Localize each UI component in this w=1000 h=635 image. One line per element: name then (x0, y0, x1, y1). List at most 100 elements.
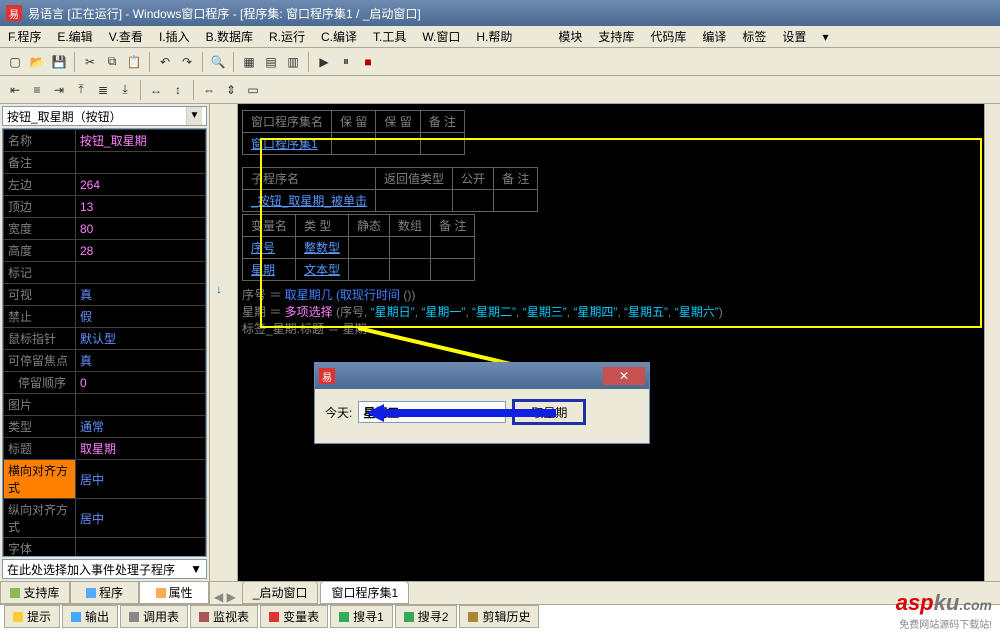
menu-database[interactable]: B.数据库 (198, 28, 261, 45)
breakpoint-arrow-icon[interactable]: ↓ (216, 282, 230, 296)
new-icon[interactable]: ▢ (4, 51, 26, 73)
close-button[interactable]: ✕ (603, 367, 645, 385)
prop-key: 备注 (4, 152, 76, 174)
prop-value[interactable]: 默认型 (76, 328, 206, 350)
prop-value[interactable]: 0 (76, 372, 206, 394)
prop-value[interactable]: 假 (76, 306, 206, 328)
align-top-icon[interactable]: ⤒ (70, 79, 92, 101)
menu-view[interactable]: V.查看 (101, 28, 151, 45)
layout3-icon[interactable]: ▥ (282, 51, 304, 73)
paste-icon[interactable]: 📋 (123, 51, 145, 73)
prop-key: 横向对齐方式 (4, 460, 76, 499)
prop-value[interactable] (76, 538, 206, 558)
prop-value[interactable] (76, 152, 206, 174)
tab-properties[interactable]: 属性 (139, 582, 209, 604)
menu-file[interactable]: F.程序 (0, 28, 49, 45)
bottom-tabs: 提示 输出 调用表 监视表 变量表 搜寻1 搜寻2 剪辑历史 (0, 604, 1000, 628)
align-bot-icon[interactable]: ⤓ (114, 79, 136, 101)
combo-value: 按钮_取星期（按钮） (7, 108, 122, 125)
menu-codebank[interactable]: 代码库 (642, 28, 694, 45)
tab-support-lib[interactable]: 支持库 (0, 582, 70, 604)
cut-icon[interactable]: ✂ (79, 51, 101, 73)
runtime-titlebar[interactable]: 易 ✕ (315, 363, 649, 389)
tab-search1[interactable]: 搜寻1 (330, 605, 393, 628)
prop-value[interactable]: 真 (76, 284, 206, 306)
run-icon[interactable]: ▶ (313, 51, 335, 73)
object-combo[interactable]: 按钮_取星期（按钮） ▼ (2, 106, 207, 126)
menu-window[interactable]: W.窗口 (414, 28, 468, 45)
prop-value[interactable]: 取星期 (76, 438, 206, 460)
menu-settings[interactable]: 设置 (774, 28, 814, 45)
prop-value[interactable]: 13 (76, 196, 206, 218)
menu-help[interactable]: H.帮助 (468, 28, 520, 45)
menu-compile[interactable]: C.编译 (313, 28, 365, 45)
menubar: F.程序 E.编辑 V.查看 I.插入 B.数据库 R.运行 C.编译 T.工具… (0, 26, 1000, 48)
undo-icon[interactable]: ↶ (154, 51, 176, 73)
menu-module[interactable]: 模块 (550, 28, 590, 45)
layout-icon[interactable]: ▦ (238, 51, 260, 73)
same-size-icon[interactable]: ▭ (242, 79, 264, 101)
prop-value[interactable]: 264 (76, 174, 206, 196)
chevron-down-icon[interactable]: ▼ (190, 562, 202, 576)
layout2-icon[interactable]: ▤ (260, 51, 282, 73)
title-app: 易语言 (28, 5, 64, 22)
prop-value[interactable]: 居中 (76, 499, 206, 538)
same-h-icon[interactable]: ⇕ (220, 79, 242, 101)
menu-insert[interactable]: I.插入 (151, 28, 198, 45)
get-weekday-button[interactable]: 取星期 (512, 399, 586, 425)
doctab-startup[interactable]: _启动窗口 (242, 581, 319, 604)
redo-icon[interactable]: ↷ (176, 51, 198, 73)
menu-edit[interactable]: E.编辑 (49, 28, 100, 45)
menu-label[interactable]: 标签 (734, 28, 774, 45)
prop-value[interactable]: 按钮_取星期 (76, 130, 206, 152)
prop-key: 宽度 (4, 218, 76, 240)
tab-program[interactable]: 程序 (70, 582, 140, 604)
prop-value[interactable] (76, 394, 206, 416)
prop-key: 禁止 (4, 306, 76, 328)
menu-tools[interactable]: T.工具 (365, 28, 414, 45)
align-center-icon[interactable]: ≡ (26, 79, 48, 101)
dist-v-icon[interactable]: ↕ (167, 79, 189, 101)
menu-lib[interactable]: 支持库 (590, 28, 642, 45)
menu-build[interactable]: 编译 (694, 28, 734, 45)
tab-output[interactable]: 输出 (62, 605, 118, 628)
module-table: 窗口程序集名保 留保 留备 注 窗口程序集1 (242, 110, 465, 155)
prop-key: 类型 (4, 416, 76, 438)
chevron-down-icon[interactable]: ▼ (186, 107, 202, 125)
copy-icon[interactable]: ⧉ (101, 51, 123, 73)
prop-value[interactable]: 28 (76, 240, 206, 262)
doctab-windowset1[interactable]: 窗口程序集1 (320, 581, 409, 604)
gear-icon (156, 588, 166, 598)
same-w-icon[interactable]: ⇔ (198, 79, 220, 101)
prop-value[interactable]: 通常 (76, 416, 206, 438)
tab-watch[interactable]: 监视表 (190, 605, 258, 628)
pause-icon[interactable]: ⏸ (335, 51, 357, 73)
find-icon[interactable]: 🔍 (207, 51, 229, 73)
window-titlebar: 易 易语言 [正在运行] - Windows窗口程序 - [程序集: 窗口程序集… (0, 0, 1000, 26)
dist-h-icon[interactable]: ↔ (145, 79, 167, 101)
stop-icon[interactable]: ■ (357, 51, 379, 73)
save-icon[interactable]: 💾 (48, 51, 70, 73)
stack-icon (129, 612, 139, 622)
prop-value[interactable]: 80 (76, 218, 206, 240)
tab-search2[interactable]: 搜寻2 (395, 605, 458, 628)
align-left-icon[interactable]: ⇤ (4, 79, 26, 101)
align-right-icon[interactable]: ⇥ (48, 79, 70, 101)
open-icon[interactable]: 📂 (26, 51, 48, 73)
tab-vars[interactable]: 变量表 (260, 605, 328, 628)
tab-hint[interactable]: 提示 (4, 605, 60, 628)
tab-callstack[interactable]: 调用表 (120, 605, 188, 628)
property-grid[interactable]: 名称按钮_取星期备注左边264顶边13宽度80高度28标记可视真禁止假鼠标指针默… (2, 128, 207, 557)
menu-run[interactable]: R.运行 (261, 28, 313, 45)
prop-value[interactable]: 居中 (76, 460, 206, 499)
tab-cliphistory[interactable]: 剪辑历史 (459, 605, 539, 628)
prop-value[interactable]: 真 (76, 350, 206, 372)
menu-settings-arrow[interactable]: ▾ (814, 30, 836, 44)
code-editor[interactable]: ↓ 窗口程序集名保 留保 留备 注 窗口程序集1 子程序名返回值类型公开备 注 … (210, 104, 1000, 582)
runtime-window[interactable]: 易 ✕ 今天: 取星期 (314, 362, 650, 444)
weekday-output[interactable] (358, 401, 506, 423)
event-combo[interactable]: 在此处选择加入事件处理子程序 ▼ (2, 559, 207, 579)
align-mid-icon[interactable]: ≣ (92, 79, 114, 101)
prop-value[interactable] (76, 262, 206, 284)
prop-key: 高度 (4, 240, 76, 262)
